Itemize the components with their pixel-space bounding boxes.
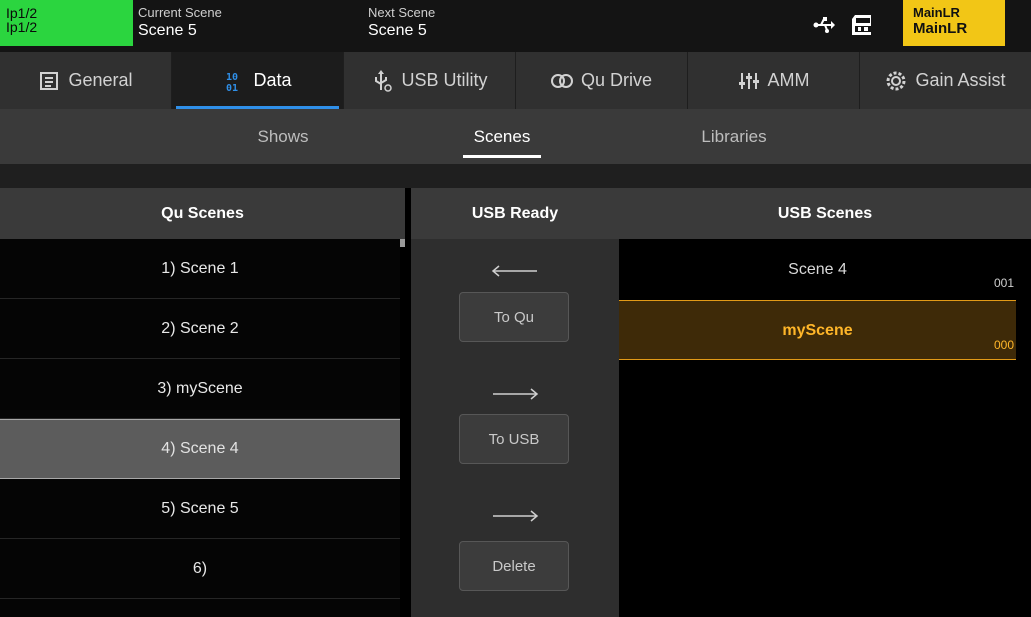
tab-qu-drive[interactable]: Qu Drive (516, 52, 688, 109)
list-item-label: 1) Scene 1 (161, 259, 239, 277)
tab-general-label: General (68, 70, 133, 90)
main-tabs: General 10 01 Data USB Utility Qu Drive A… (0, 52, 1031, 109)
next-scene-caption: Next Scene (368, 5, 436, 20)
channel-indicator[interactable]: Ip1/2 Ip1/2 (0, 0, 133, 46)
tab-amm-label: AMM (767, 70, 810, 90)
list-item-label: 2) Scene 2 (161, 319, 239, 337)
list-item[interactable]: 5) Scene 5 (0, 479, 400, 539)
arrow-right-icon (493, 510, 539, 522)
subtab-libraries-label: Libraries (701, 126, 767, 146)
list-item[interactable]: 2) Scene 2 (0, 299, 400, 359)
divider (0, 164, 1031, 188)
list-item-label: 3) myScene (157, 379, 243, 397)
subtab-scenes[interactable]: Scenes (463, 109, 541, 164)
channel-label-2: Ip1/2 (6, 19, 38, 35)
tab-data[interactable]: 10 01 Data (172, 52, 344, 109)
usb-scenes-list[interactable]: Scene 4 001 myScene 000 (619, 239, 1031, 617)
svg-text:01: 01 (226, 83, 238, 92)
usb-scenes-title: USB Scenes (777, 204, 873, 222)
scrollbar[interactable] (400, 239, 405, 247)
to-qu-button[interactable]: To Qu (459, 292, 569, 342)
usb-ready-title: USB Ready (471, 204, 559, 222)
to-usb-label: To USB (488, 430, 540, 448)
next-scene-value: Scene 5 (368, 22, 427, 39)
gain-assist-icon (885, 70, 907, 92)
usb-scene-number: 000 (993, 338, 1014, 352)
next-scene: Next Scene Scene 5 (368, 6, 435, 41)
tab-amm[interactable]: AMM (688, 52, 860, 109)
tab-qu-drive-label: Qu Drive (580, 70, 652, 90)
tab-usb-utility[interactable]: USB Utility (344, 52, 516, 109)
tab-usb-utility-label: USB Utility (401, 70, 488, 90)
svg-text:10: 10 (226, 72, 238, 83)
usb-utility-icon (371, 69, 393, 92)
arrow-left-icon (491, 265, 537, 277)
arrow-right-icon (493, 388, 539, 400)
usb-scenes-header: USB Scenes (619, 188, 1031, 239)
mix-label-1: MainLR (913, 5, 960, 20)
subtab-libraries[interactable]: Libraries (684, 109, 784, 164)
list-item-selected[interactable]: 4) Scene 4 (0, 419, 400, 479)
usb-icon (813, 17, 835, 33)
qu-drive-icon (550, 70, 573, 92)
mix-indicator[interactable]: MainLR MainLR (903, 0, 1005, 46)
list-item-highlighted[interactable]: myScene 000 (619, 300, 1016, 360)
usb-scene-name: Scene 4 (788, 261, 847, 278)
list-item[interactable]: 6) (0, 539, 400, 599)
usb-scene-name: myScene (782, 322, 853, 339)
list-item-label: 6) (192, 559, 208, 577)
tab-data-label: Data (253, 70, 292, 90)
amm-icon (738, 70, 760, 92)
subtab-scenes-label: Scenes (473, 126, 531, 146)
tab-general[interactable]: General (0, 52, 172, 109)
current-scene-caption: Current Scene (138, 5, 222, 20)
binary-data-icon: 10 01 (223, 70, 245, 92)
subtab-shows-label: Shows (257, 126, 309, 146)
qu-scenes-header: Qu Scenes (0, 188, 405, 239)
status-bar: Ip1/2 Ip1/2 Current Scene Scene 5 Next S… (0, 0, 1031, 52)
list-item[interactable]: Scene 4 001 (619, 239, 1016, 299)
document-icon (38, 70, 60, 92)
qu-scenes-title: Qu Scenes (161, 204, 244, 222)
to-usb-button[interactable]: To USB (459, 414, 569, 464)
list-item[interactable]: 1) Scene 1 (0, 239, 400, 299)
usb-ready-header: USB Ready (411, 188, 619, 239)
current-scene: Current Scene Scene 5 (138, 6, 222, 41)
subtab-shows[interactable]: Shows (236, 109, 330, 164)
usb-scene-number: 001 (993, 276, 1014, 290)
to-qu-label: To Qu (493, 308, 535, 326)
tab-gain-assist-label: Gain Assist (915, 70, 1006, 90)
list-item-label: 4) Scene 4 (161, 440, 239, 457)
sd-card-icon (852, 15, 871, 35)
channel-label-1: Ip1/2 (6, 5, 38, 21)
list-item-label: 5) Scene 5 (161, 499, 239, 517)
list-item[interactable]: 3) myScene (0, 359, 400, 419)
delete-button[interactable]: Delete (459, 541, 569, 591)
qu-scenes-list[interactable]: 1) Scene 1 2) Scene 2 3) myScene 4) Scen… (0, 239, 400, 617)
delete-label: Delete (492, 557, 536, 575)
transfer-panel: To Qu To USB Delete (411, 239, 619, 617)
sub-tabs: Shows Scenes Libraries (0, 109, 1031, 164)
current-scene-value: Scene 5 (138, 22, 197, 39)
mix-label-2: MainLR (913, 20, 968, 37)
tab-gain-assist[interactable]: Gain Assist (860, 52, 1031, 109)
